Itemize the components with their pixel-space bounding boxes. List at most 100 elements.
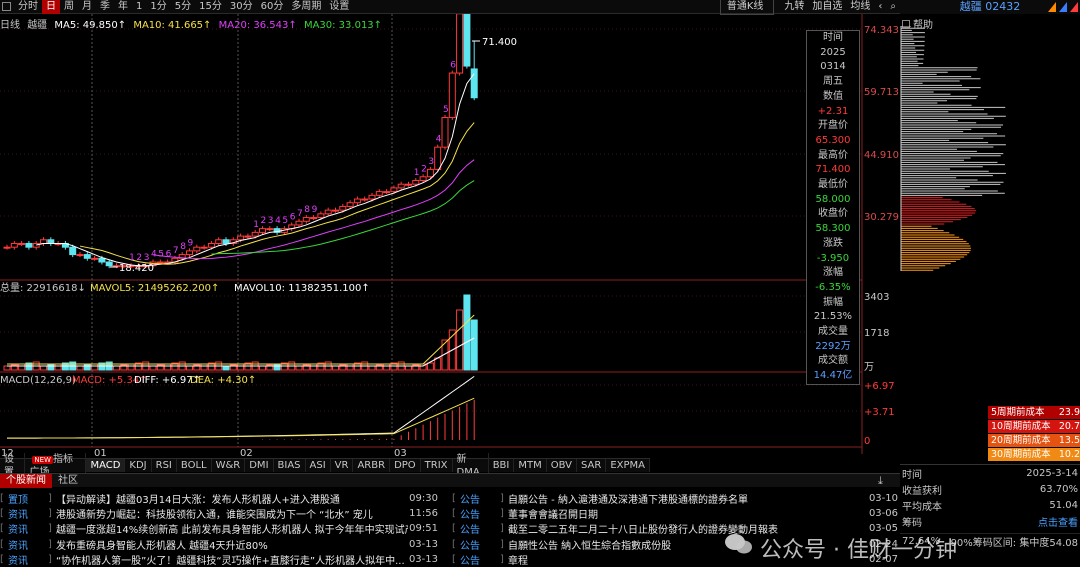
news-title[interactable]: 发布重磅具身智能人形机器人 越疆4天升近80% <box>56 537 408 552</box>
mavol10: MAVOL10: 11382351.100↑ <box>234 283 370 294</box>
news-item[interactable]: [资讯] 港股通新势力崛起：科技股领衔入通，谁能突围成为下一个 “北水” 宠儿 11… <box>0 506 440 521</box>
candle-body <box>69 246 77 256</box>
info-label: 成交量 <box>818 326 848 338</box>
chevron-left-icon[interactable]: ‹ <box>874 0 886 14</box>
cost-row-value: 23.9 <box>1058 407 1080 418</box>
news-item[interactable]: [资讯] 发布重磅具身智能人形机器人 越疆4天升近80% 03-13 <box>0 537 440 552</box>
info-label: 最低价 <box>818 179 848 191</box>
bracket: ] <box>48 508 52 520</box>
period-settings[interactable]: 设置 <box>325 0 353 14</box>
period-day[interactable]: 日 <box>42 0 60 14</box>
news-item[interactable]: [公告] 自願公告 - 納入滬港通及深港通下港股通標的證券名單 03-10 <box>452 491 900 506</box>
nine-turn-mark: 5 <box>443 105 449 115</box>
tab-sar[interactable]: SAR <box>577 459 607 472</box>
range-label: 90%筹码区间: <box>950 538 1017 549</box>
tab-stock-news[interactable]: 个股新闻 <box>0 473 52 488</box>
tab-dmi[interactable]: DMI <box>245 459 274 472</box>
news-title[interactable]: “协作机器人第一股”火了！越疆科技“灵巧操作+直膝行走”人形机器人拟年中... <box>56 552 408 567</box>
chip-mode-icons[interactable] <box>1048 2 1078 12</box>
date-axis-01: 01 <box>94 448 107 458</box>
period-week[interactable]: 周 <box>60 0 78 14</box>
add-watch-button[interactable]: 加自选 <box>808 0 846 14</box>
chip-distribution-chart <box>900 26 1006 271</box>
tab-community[interactable]: 社区 <box>52 474 84 488</box>
candle-body <box>383 191 391 194</box>
bracket: [ <box>452 553 456 565</box>
cost-row-label: 20周期前成本 <box>991 435 1051 446</box>
macd-axis-2: +3.71 <box>864 407 895 418</box>
volume-total: 总量: 22916618↓ <box>0 281 86 294</box>
candle-body <box>346 202 354 207</box>
news-header: 个股新闻 社区 <box>0 473 900 488</box>
tab-macd[interactable]: MACD <box>86 459 126 472</box>
period-30min[interactable]: 30分 <box>226 0 257 14</box>
info-label: 振幅 <box>823 296 843 308</box>
tab-boll[interactable]: BOLL <box>177 459 212 472</box>
tab-trix[interactable]: TRIX <box>421 459 453 472</box>
nine-turn-mark: 2 <box>136 253 142 263</box>
period-5min[interactable]: 5分 <box>171 0 195 14</box>
period-quarter[interactable]: 季 <box>96 0 114 14</box>
search-icon[interactable]: ⌕ <box>886 0 900 14</box>
cost-row: 5周期前成本 23.9 <box>988 406 1080 419</box>
news-time: 03-06 <box>868 508 898 520</box>
news-item[interactable]: [公告] 董事會會議召開日期 03-06 <box>452 506 900 521</box>
bracket: ] <box>48 493 52 505</box>
candle-body <box>193 246 201 252</box>
volume-bar <box>3 365 11 371</box>
period-1min[interactable]: 1分 <box>146 0 170 14</box>
period-multi[interactable]: 多周期 <box>287 0 325 14</box>
period-1[interactable]: 1 <box>132 0 146 14</box>
macd-axis-3: 0 <box>864 436 870 447</box>
tab-mtm[interactable]: MTM <box>514 459 547 472</box>
tab-rsi[interactable]: RSI <box>152 459 177 472</box>
info-label: 涨幅 <box>823 267 843 279</box>
tab-arbr[interactable]: ARBR <box>353 459 391 472</box>
cost-row: 10周期前成本 20.7 <box>988 420 1080 433</box>
news-title[interactable]: 港股通新势力崛起：科技股领衔入通，谁能突围成为下一个 “北水” 宠儿 <box>56 506 408 521</box>
candle-body <box>266 228 274 231</box>
date-axis-02: 02 <box>240 448 253 458</box>
period-60min[interactable]: 60分 <box>257 0 288 14</box>
news-title[interactable]: 董事會會議召開日期 <box>508 506 868 521</box>
period-15min[interactable]: 15分 <box>195 0 226 14</box>
period-month[interactable]: 月 <box>78 0 96 14</box>
price-axis-2: 59.713 <box>864 87 899 98</box>
tab-dpo[interactable]: DPO <box>390 459 421 472</box>
tab-expma[interactable]: EXPMA <box>606 459 650 472</box>
tab-bias[interactable]: BIAS <box>274 459 306 472</box>
tab-bbi[interactable]: BBI <box>489 459 515 472</box>
tab-kdj[interactable]: KDJ <box>125 459 152 472</box>
tab-vr[interactable]: VR <box>331 459 354 472</box>
cost-row-value: 10.2 <box>1058 449 1080 460</box>
candle-body <box>10 242 18 248</box>
chip-view-link[interactable]: 点击查看 <box>1038 514 1078 529</box>
news-item[interactable]: [资讯] “协作机器人第一股”火了！越疆科技“灵巧操作+直膝行走”人形机器人拟年中… <box>0 552 440 567</box>
news-item[interactable]: [资讯] 越疆一度涨超14%续创新高 此前发布具身智能人形机器人 拟于今年年中实现… <box>0 521 440 536</box>
period-year[interactable]: 年 <box>114 0 132 14</box>
news-title[interactable]: 自願公告 - 納入滬港通及深港通下港股通標的證券名單 <box>508 491 868 506</box>
kline-type-select[interactable]: 普通K线 <box>719 0 775 15</box>
volume-bar <box>200 363 208 371</box>
news-item[interactable]: [置顶] 【异动解读】越疆03月14日大涨：发布人形机器人+进入港股通 09:30 <box>0 491 440 506</box>
candle-body <box>390 187 398 193</box>
news-title[interactable]: 越疆一度涨超14%续创新高 此前发布具身智能人形机器人 拟于今年年中实现试产 <box>56 521 408 536</box>
candle-body <box>412 179 420 185</box>
ma-line-button[interactable]: 均线 <box>846 0 874 14</box>
nine-turn-button[interactable]: 九转 <box>780 0 808 14</box>
volume-bar <box>405 365 412 371</box>
download-icon[interactable]: ⤓ <box>878 474 883 488</box>
date-axis-03: 03 <box>394 448 407 458</box>
info-value: 58.300 <box>815 223 851 235</box>
toolbar-checkbox[interactable] <box>2 2 11 11</box>
candle-body <box>156 261 164 264</box>
period-fenshi[interactable]: 分时 <box>14 0 42 14</box>
tab-asi[interactable]: ASI <box>306 459 331 472</box>
kline-chart[interactable]: 12345678912345678912345678 71.400 18.420… <box>0 14 905 458</box>
info-value: 2292万 <box>815 340 851 352</box>
info-value: +2.31 <box>817 105 849 117</box>
tab-obv[interactable]: OBV <box>547 459 577 472</box>
candle-body <box>18 242 26 245</box>
tab-wr[interactable]: W&R <box>212 459 246 472</box>
news-title[interactable]: 【异动解读】越疆03月14日大涨：发布人形机器人+进入港股通 <box>56 491 408 506</box>
